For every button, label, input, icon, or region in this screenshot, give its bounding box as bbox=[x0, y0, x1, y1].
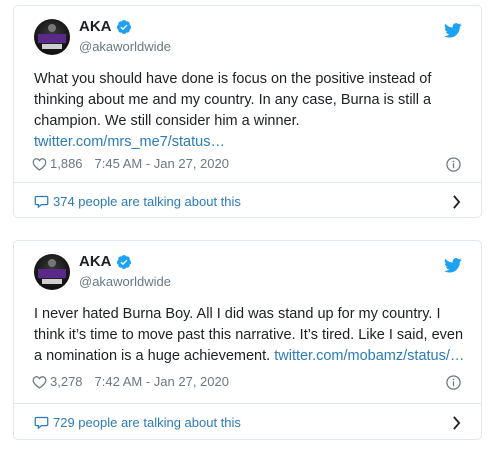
divider bbox=[14, 182, 481, 183]
tweet-link[interactable]: twitter.com/mrs_me7/status… bbox=[34, 134, 225, 150]
display-name[interactable]: AKA bbox=[79, 253, 112, 270]
tweet-text: What you should have done is focus on th… bbox=[34, 69, 474, 153]
talking-about-link[interactable]: 729 people are talking about this bbox=[34, 415, 461, 430]
talking-about-text[interactable]: 729 people are talking about this bbox=[53, 415, 241, 430]
tweet-card[interactable]: AKA @akaworldwide What you should have d… bbox=[13, 5, 482, 218]
verified-badge-icon bbox=[116, 254, 131, 269]
speech-bubble-icon bbox=[34, 195, 49, 209]
tweet-card[interactable]: AKA @akaworldwide I never hated Burna Bo… bbox=[13, 240, 482, 440]
divider bbox=[14, 403, 481, 404]
tweet-meta: 3,278 7:42 AM - Jan 27, 2020 bbox=[32, 374, 229, 389]
avatar[interactable] bbox=[34, 254, 70, 290]
user-handle[interactable]: @akaworldwide bbox=[79, 39, 171, 54]
author-name-row[interactable]: AKA bbox=[79, 18, 132, 35]
heart-icon[interactable] bbox=[32, 157, 47, 171]
chevron-right-icon[interactable] bbox=[452, 416, 461, 430]
talking-about-link[interactable]: 374 people are talking about this bbox=[34, 194, 461, 209]
talking-about-text[interactable]: 374 people are talking about this bbox=[53, 194, 241, 209]
speech-bubble-icon bbox=[34, 416, 49, 430]
timestamp[interactable]: 7:45 AM - Jan 27, 2020 bbox=[95, 156, 229, 171]
info-icon[interactable] bbox=[446, 375, 461, 390]
like-count[interactable]: 3,278 bbox=[50, 374, 83, 389]
verified-badge-icon bbox=[116, 19, 131, 34]
tweet-meta: 1,886 7:45 AM - Jan 27, 2020 bbox=[32, 156, 229, 171]
tweet-body: What you should have done is focus on th… bbox=[34, 71, 432, 129]
timestamp[interactable]: 7:42 AM - Jan 27, 2020 bbox=[95, 374, 229, 389]
info-icon[interactable] bbox=[446, 157, 461, 172]
user-handle[interactable]: @akaworldwide bbox=[79, 274, 171, 289]
heart-icon[interactable] bbox=[32, 375, 47, 389]
tweet-link[interactable]: twitter.com/mobamz/status/… bbox=[274, 348, 464, 364]
twitter-bird-icon[interactable] bbox=[444, 258, 462, 273]
author-name-row[interactable]: AKA bbox=[79, 253, 132, 270]
display-name[interactable]: AKA bbox=[79, 18, 112, 35]
avatar[interactable] bbox=[34, 19, 70, 55]
chevron-right-icon[interactable] bbox=[452, 195, 461, 209]
tweet-text: I never hated Burna Boy. All I did was s… bbox=[34, 304, 474, 367]
twitter-bird-icon[interactable] bbox=[444, 23, 462, 38]
like-count[interactable]: 1,886 bbox=[50, 156, 83, 171]
